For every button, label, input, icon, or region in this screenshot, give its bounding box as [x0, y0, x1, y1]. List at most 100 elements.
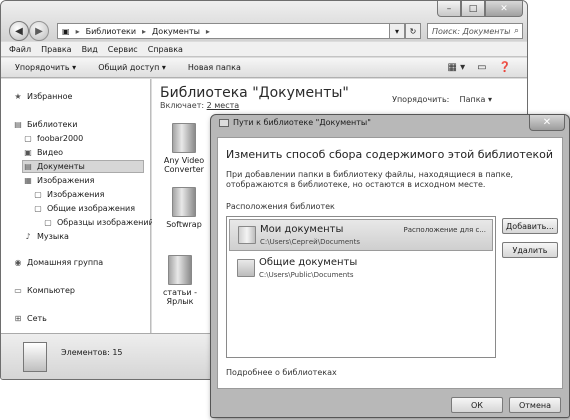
navigation-pane: ★ Избранное ▤ Библиотеки ▢ foobar2000 ▣ … — [1, 79, 154, 333]
sidebar-item-label: Образцы изображений — [57, 218, 154, 227]
share-button[interactable]: Общий доступ ▾ — [98, 63, 166, 72]
item-count: Элементов: 15 — [61, 348, 123, 357]
sidebar-item-images-sub[interactable]: ▢ Изображения — [33, 189, 104, 200]
sidebar-item-music[interactable]: ♪ Музыка — [23, 231, 69, 242]
view-options-icon[interactable]: ▦ ▾ — [447, 62, 465, 73]
back-button[interactable]: ◀ — [9, 21, 29, 41]
menu-view[interactable]: Вид — [82, 45, 98, 54]
sidebar-item-label: Изображения — [37, 176, 95, 185]
window-controls: – □ ✕ — [437, 1, 523, 17]
help-icon[interactable]: ❓ — [499, 62, 511, 73]
computer-icon: ▭ — [14, 286, 22, 295]
file-label: Any Video Converter — [163, 156, 205, 174]
address-dropdown-button[interactable]: ▾ — [389, 23, 405, 39]
search-placeholder: Поиск: Документы — [432, 26, 511, 36]
library-locations-dialog: Пути к библиотеке "Документы" ✕ Изменить… — [210, 114, 570, 418]
organize-button[interactable]: Упорядочить ▾ — [15, 63, 76, 72]
sidebar-item-foobar2000[interactable]: ▢ foobar2000 — [23, 133, 83, 144]
arrange-by: Упорядочить: Папка ▾ — [392, 95, 492, 104]
breadcrumb-separator-icon: ▸ — [142, 26, 147, 36]
sidebar-item-homegroup[interactable]: ◉ Домашняя группа — [13, 257, 104, 268]
breadcrumb-libraries[interactable]: Библиотеки — [86, 27, 136, 36]
sidebar-item-label: Музыка — [37, 232, 69, 241]
sidebar-item-sample-images[interactable]: ▢ Образцы изображений — [43, 217, 154, 228]
star-icon: ★ — [14, 92, 22, 101]
preview-pane-icon[interactable]: ▭ — [477, 62, 486, 73]
cancel-button[interactable]: Отмена — [509, 397, 561, 413]
menu-edit[interactable]: Правка — [41, 45, 71, 54]
folder-icon: ▢ — [44, 218, 52, 227]
back-arrow-icon: ◀ — [15, 25, 23, 37]
folder-icon: ▣ — [62, 26, 70, 36]
new-folder-button[interactable]: Новая папка — [188, 63, 241, 72]
sidebar-item-label: Документы — [37, 162, 85, 171]
arrange-dropdown[interactable]: Папка ▾ — [460, 95, 492, 104]
forward-arrow-icon: ▶ — [35, 25, 43, 37]
menu-help[interactable]: Справка — [148, 45, 183, 54]
sidebar-item-label: Библиотеки — [27, 120, 78, 129]
add-button[interactable]: Добавить... — [502, 218, 558, 234]
forward-button[interactable]: ▶ — [29, 21, 49, 41]
sidebar-item-public-images[interactable]: ▢ Общие изображения — [33, 203, 135, 214]
library-icon: ▤ — [14, 120, 22, 129]
folder-icon — [172, 123, 196, 153]
menu-tools[interactable]: Сервис — [108, 45, 138, 54]
folder-icon — [219, 118, 229, 127]
search-input[interactable]: Поиск: Документы ⌕ — [427, 23, 523, 39]
sidebar-item-label: foobar2000 — [37, 134, 84, 143]
sidebar-item-favorites[interactable]: ★ Избранное — [13, 91, 72, 102]
folder-icon: ▢ — [34, 204, 42, 213]
locations-list[interactable]: Мои документы C:\Users\Сергей\Documents … — [226, 216, 496, 358]
dialog-heading: Изменить способ сбора содержимого этой б… — [226, 148, 554, 161]
sidebar-item-libraries[interactable]: ▤ Библиотеки — [13, 119, 77, 130]
refresh-button[interactable]: ↻ — [405, 23, 421, 39]
file-item[interactable]: статьи - Ярлык — [152, 255, 208, 306]
location-item-public-documents[interactable]: Общие документы C:\Users\Public\Document… — [229, 253, 493, 285]
dialog-title: Пути к библиотеке "Документы" — [219, 118, 371, 127]
sidebar-item-images[interactable]: ▦ Изображения — [23, 175, 94, 186]
includes-label: Включает: — [160, 101, 205, 110]
learn-more-link[interactable]: Подробнее о библиотеках — [226, 368, 337, 377]
search-icon: ⌕ — [513, 26, 519, 36]
location-name: Общие документы — [259, 257, 358, 268]
sidebar-item-label: Видео — [37, 148, 64, 157]
dialog-body: Изменить способ сбора содержимого этой б… — [217, 137, 563, 389]
breadcrumb-separator-icon: ▸ — [75, 26, 80, 36]
sidebar-item-label: Общие изображения — [47, 204, 136, 213]
file-item[interactable]: Any Video Converter — [156, 123, 212, 174]
address-controls: ▾ ↻ — [389, 23, 421, 39]
file-label: статьи - Ярлык — [163, 288, 197, 306]
dialog-title-text: Пути к библиотеке "Документы" — [233, 118, 371, 127]
location-item-my-documents[interactable]: Мои документы C:\Users\Сергей\Documents … — [229, 219, 493, 251]
remove-button[interactable]: Удалить — [502, 242, 558, 258]
close-icon: ✕ — [542, 117, 552, 128]
minimize-button[interactable]: – — [437, 1, 461, 17]
view-controls: ▦ ▾ ▭ ❓ — [447, 62, 511, 73]
ok-button[interactable]: ОК — [451, 397, 503, 413]
address-bar[interactable]: ▣ ▸ Библиотеки ▸ Документы ▸ — [57, 23, 393, 39]
refresh-icon: ↻ — [409, 26, 417, 36]
sidebar-item-label: Компьютер — [27, 286, 75, 295]
location-path: C:\Users\Сергей\Documents — [260, 238, 361, 246]
breadcrumb-documents[interactable]: Документы — [152, 27, 200, 36]
arrange-label: Упорядочить: — [392, 95, 450, 104]
includes-locations-link[interactable]: 2 места — [207, 101, 240, 110]
folder-icon: ▢ — [34, 190, 42, 199]
folder-icon: ▢ — [24, 134, 32, 143]
homegroup-icon: ◉ — [14, 258, 22, 267]
menu-file[interactable]: Файл — [9, 45, 31, 54]
maximize-button[interactable]: □ — [461, 1, 485, 17]
explorer-titlebar: – □ ✕ ◀ ▶ ▣ ▸ Библиотеки ▸ Документы ▸ ▾… — [1, 1, 527, 41]
file-item[interactable]: Softwrap — [156, 187, 212, 229]
library-large-icon — [23, 342, 47, 372]
sidebar-item-label: Изображения — [47, 190, 105, 199]
dialog-close-button[interactable]: ✕ — [529, 115, 565, 131]
sidebar-item-documents[interactable]: ▤ Документы — [22, 160, 144, 173]
close-button[interactable]: ✕ — [485, 1, 523, 17]
video-icon: ▣ — [24, 148, 32, 157]
music-icon: ♪ — [25, 232, 31, 241]
sidebar-item-network[interactable]: ⊞ Сеть — [13, 313, 47, 324]
sidebar-item-video[interactable]: ▣ Видео — [23, 147, 63, 158]
network-icon: ⊞ — [14, 314, 22, 323]
sidebar-item-computer[interactable]: ▭ Компьютер — [13, 285, 75, 296]
